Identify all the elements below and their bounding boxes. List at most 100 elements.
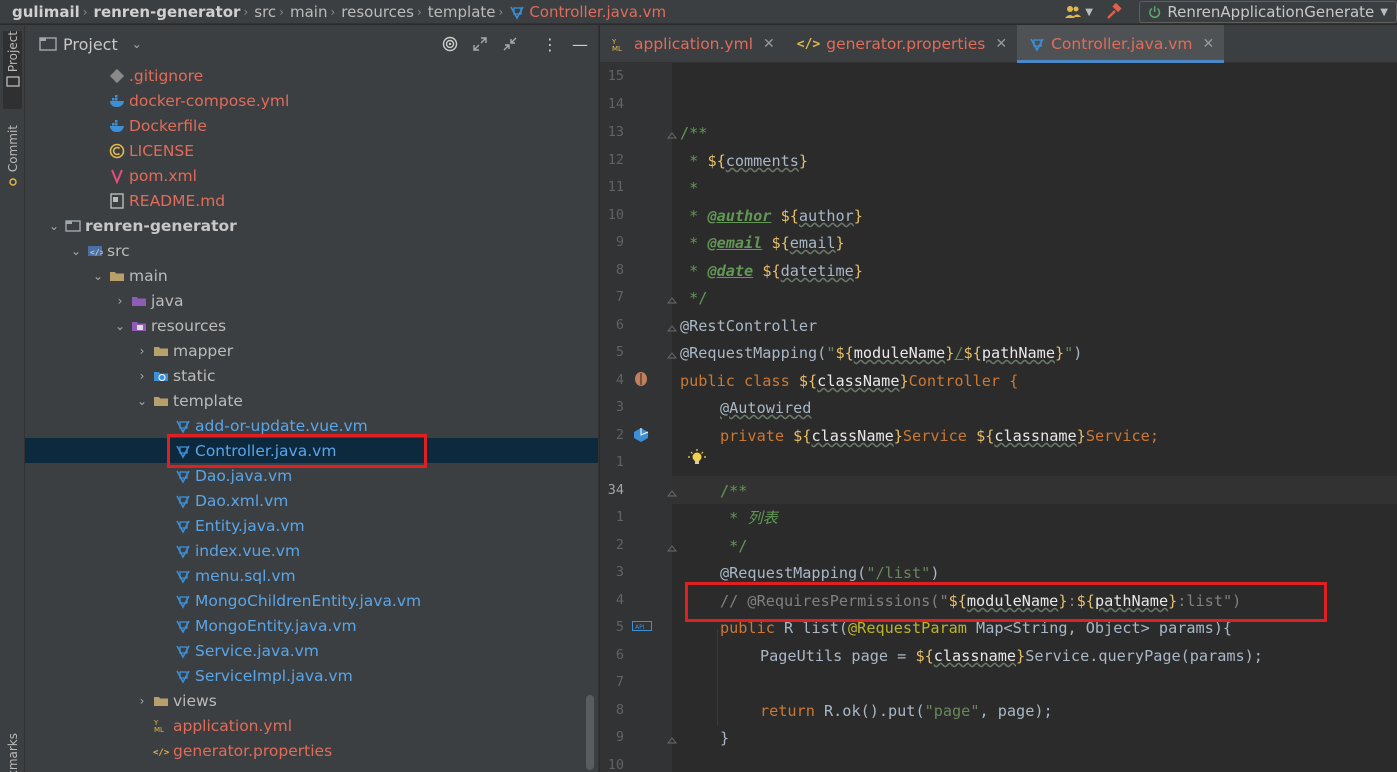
chevron-right-icon[interactable]: › [135,369,149,383]
fold-marker-icon[interactable] [666,485,678,497]
tree-item[interactable]: Y ML application.yml [25,713,598,738]
collapse-all-icon[interactable] [502,36,518,52]
line-number[interactable]: 6 [600,317,624,333]
line-number[interactable]: 9 [600,234,624,250]
tree-item[interactable]: › mapper [25,338,598,363]
chevron-down-icon[interactable]: ⌄ [69,244,83,258]
project-tool-tab[interactable]: Project [3,31,22,109]
line-number[interactable]: 3 [600,399,624,415]
more-options-icon[interactable]: ⋮ [542,35,558,54]
tree-item[interactable]: Dao.xml.vm [25,488,598,513]
chevron-right-icon[interactable]: › [135,344,149,358]
tree-item[interactable]: ⌄ resources [25,313,598,338]
fold-marker-icon[interactable] [666,732,678,744]
tree-item[interactable]: ServiceImpl.java.vm [25,663,598,688]
close-icon[interactable]: ✕ [1203,36,1215,52]
line-number[interactable]: 4 [600,372,624,388]
tree-item[interactable]: MongoEntity.java.vm [25,613,598,638]
line-number[interactable]: 10 [600,757,624,772]
expand-all-icon[interactable] [472,36,488,52]
chevron-right-icon[interactable]: › [113,294,127,308]
bookmarks-tool-tab[interactable]: Bookmarks [3,733,22,772]
chevron-down-icon[interactable]: ⌄ [91,269,105,283]
breadcrumb-item[interactable]: main [290,3,327,21]
tree-item[interactable]: index.vue.vm [25,538,598,563]
project-scrollbar[interactable] [586,695,594,770]
minimize-panel-icon[interactable]: — [572,35,588,54]
fold-marker-icon[interactable] [666,127,678,139]
line-number[interactable]: 7 [600,289,624,305]
lightbulb-icon[interactable] [688,449,706,467]
project-panel-title[interactable]: Project [63,35,118,54]
tree-item[interactable]: › static [25,363,598,388]
run-configuration-select[interactable]: RenrenApplicationGenerate ▼ [1139,1,1397,23]
line-number[interactable]: 10 [600,207,624,223]
tree-item[interactable]: MongoChildrenEntity.java.vm [25,588,598,613]
tab-application-yml[interactable]: Y ML application.yml ✕ [600,25,785,63]
tree-item[interactable]: Service.java.vm [25,638,598,663]
chevron-right-icon[interactable]: › [135,694,149,708]
line-number[interactable]: 5 [600,619,624,635]
bean-icon[interactable] [632,370,650,388]
user-account-button[interactable]: ▼ [1058,1,1099,23]
tree-item[interactable]: </> generator.properties [25,738,598,763]
line-number[interactable]: 5 [600,344,624,360]
line-number[interactable]: 11 [600,179,624,195]
code-editor[interactable]: 15 14 13 12 11 10 9 8 7 6 5 4 3 2 1 34 1 2 3 4 5 6 7 8 9 10 API /*… [600,63,1397,772]
locate-file-icon[interactable] [442,36,458,52]
chevron-down-icon[interactable]: ⌄ [132,37,142,51]
tree-item[interactable]: LICENSE [25,138,598,163]
tree-item[interactable]: Entity.java.vm [25,513,598,538]
breadcrumb-item[interactable]: renren-generator [94,3,241,21]
autowired-bean-icon[interactable] [632,426,650,444]
line-number[interactable]: 34 [600,482,624,498]
tree-item[interactable]: pom.xml [25,163,598,188]
chevron-down-icon[interactable]: ⌄ [47,219,61,233]
tree-item[interactable]: ⌄ template [25,388,598,413]
line-number[interactable]: 2 [600,427,624,443]
tab-generator-properties[interactable]: </> generator.properties ✕ [785,25,1017,63]
line-number[interactable]: 7 [600,674,624,690]
line-number[interactable]: 3 [600,564,624,580]
api-endpoint-icon[interactable]: API [632,619,652,637]
line-number[interactable]: 4 [600,592,624,608]
breadcrumb-current-file[interactable]: Controller.java.vm [529,3,666,21]
tree-item[interactable]: ⌄ renren-generator [25,213,598,238]
tree-item[interactable]: › views [25,688,598,713]
tree-item[interactable]: .gitignore [25,63,598,88]
fold-marker-icon[interactable] [666,292,678,304]
tree-item[interactable]: ⌄ main [25,263,598,288]
chevron-down-icon[interactable]: ⌄ [113,319,127,333]
tree-item[interactable]: docker-compose.yml [25,88,598,113]
fold-marker-icon[interactable] [666,540,678,552]
fold-marker-icon[interactable] [666,320,678,332]
line-number[interactable]: 12 [600,152,624,168]
chevron-down-icon[interactable]: ⌄ [135,394,149,408]
line-number[interactable]: 8 [600,262,624,278]
close-icon[interactable]: ✕ [995,36,1007,52]
tree-item[interactable]: ⌄ </> src [25,238,598,263]
line-number[interactable]: 2 [600,537,624,553]
tab-controller-java-vm[interactable]: Controller.java.vm ✕ [1017,25,1225,63]
line-number[interactable]: 6 [600,647,624,663]
tree-item[interactable]: › java [25,288,598,313]
tree-item-label: src [107,241,130,260]
breadcrumb-item[interactable]: src [254,3,276,21]
close-icon[interactable]: ✕ [763,36,775,52]
line-number[interactable]: 9 [600,729,624,745]
tree-item[interactable]: Dockerfile [25,113,598,138]
fold-marker-icon[interactable] [666,347,678,359]
line-number[interactable]: 15 [600,68,624,84]
build-hammer-button[interactable] [1099,1,1129,23]
breadcrumb-item[interactable]: resources [341,3,414,21]
breadcrumb-item[interactable]: gulimail [12,3,80,21]
commit-tool-tab[interactable]: Commit [3,125,22,205]
line-number[interactable]: 1 [600,509,624,525]
line-number[interactable]: 14 [600,96,624,112]
tree-item[interactable]: README.md [25,188,598,213]
line-number[interactable]: 13 [600,124,624,140]
tree-item[interactable]: menu.sql.vm [25,563,598,588]
line-number[interactable]: 1 [600,454,624,470]
breadcrumb-item[interactable]: template [428,3,496,21]
line-number[interactable]: 8 [600,702,624,718]
